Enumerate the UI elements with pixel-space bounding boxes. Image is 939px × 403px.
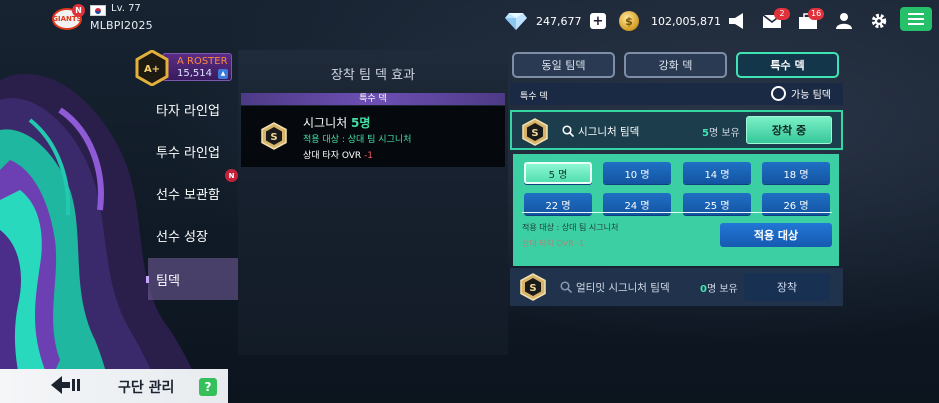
signature-badge-icon: S xyxy=(520,273,546,301)
equipped-card: S 시그니처 5명 적용 대상 : 상대 팀 시그니처 상대 타자 OVR -1 xyxy=(241,106,505,167)
radio-icon xyxy=(771,86,787,101)
special-deck-header: 특수 덱 가능 팀덱 xyxy=(510,83,843,105)
inbox-badge: 16 xyxy=(808,8,825,20)
owned-count: 0 xyxy=(700,284,707,295)
top-bar: GIANTS N Lv. 77 MLBPI2025 247,677 + $ 10… xyxy=(0,0,939,44)
section-title: 특수 덱 xyxy=(520,92,548,102)
coin-icon: $ xyxy=(619,11,639,31)
chat-button[interactable] xyxy=(900,7,932,31)
nav-batter-lineup[interactable]: 타자 라인업 xyxy=(148,88,238,130)
apply-target: 적용 대상 : 상대 팀 시그니처 xyxy=(522,223,619,232)
signature-badge-icon: S xyxy=(522,118,548,146)
ultimate-deck-row[interactable]: S 얼티밋 시그니처 팀덱 0명 보유 장착 xyxy=(510,268,843,306)
signature-deck-row[interactable]: S 시그니처 팀덱 5명 보유 장착 중 xyxy=(510,110,843,150)
search-icon[interactable] xyxy=(560,281,572,293)
nav-player-storage[interactable]: 선수 보관함 N xyxy=(148,169,238,214)
tab-special-deck[interactable]: 특수 덱 xyxy=(736,52,839,78)
flag-icon xyxy=(90,5,106,16)
equipped-target: 적용 대상 : 상대 팀 시그니처 xyxy=(303,135,412,145)
deck-name: 시그니처 팀덱 xyxy=(578,126,640,138)
player-level: Lv. 77 xyxy=(111,3,141,14)
count-option[interactable]: 10 명 xyxy=(603,162,671,184)
equipped-title: 장착 팀 덱 효과 xyxy=(330,68,416,83)
roster-up-icon: ▲ xyxy=(218,69,228,79)
gem-icon xyxy=(505,13,527,30)
gear-icon[interactable] xyxy=(869,12,889,30)
username: MLBPI2025 xyxy=(90,19,153,32)
badge-letter: S xyxy=(529,283,536,294)
count-option[interactable]: 14 명 xyxy=(683,162,751,184)
new-badge: N xyxy=(72,4,85,17)
nav-label: 타자 라인업 xyxy=(156,103,220,119)
divider xyxy=(522,212,832,213)
owned-suffix: 명 보유 xyxy=(708,128,740,139)
roster-value: 15,514 xyxy=(177,68,212,79)
tab-same-team-deck[interactable]: 동일 팀덱 xyxy=(512,52,615,78)
count-option[interactable]: 18 명 xyxy=(762,162,830,184)
help-button[interactable]: ? xyxy=(199,378,217,396)
mail-badge: 2 xyxy=(774,8,790,20)
owned-suffix: 명 보유 xyxy=(706,284,738,295)
back-arrow-icon[interactable] xyxy=(50,373,84,397)
equipped-count: 5명 xyxy=(351,116,371,130)
badge-letter: S xyxy=(270,132,277,143)
available-deck-toggle[interactable]: 가능 팀덱 xyxy=(771,86,831,101)
equipped-name: 시그니처 xyxy=(303,116,348,130)
nav-label: 팀덱 xyxy=(156,273,180,289)
toggle-label: 가능 팀덱 xyxy=(791,90,831,101)
apply-target-button[interactable]: 적용 대상 xyxy=(720,223,832,247)
equipped-effect-panel: 장착 팀 덱 효과 특수 덱 S 시그니처 5명 적용 대상 : 상대 팀 시그… xyxy=(238,50,508,355)
roster-box: A ROSTER 15,514 ▲ xyxy=(162,53,232,81)
owned-count: 5 xyxy=(702,128,709,139)
nav-label: 투수 라인업 xyxy=(156,145,220,161)
equipped-button[interactable]: 장착 중 xyxy=(746,116,832,144)
roster-grade-icon: A+ xyxy=(135,50,169,86)
count-selector-panel: 5 명 10 명 14 명 18 명 22 명 24 명 25 명 26 명 적… xyxy=(513,154,839,266)
deck-name: 얼티밋 시그니처 팀덱 xyxy=(576,282,670,294)
roster-badge[interactable]: A ROSTER 15,514 ▲ A+ xyxy=(134,50,232,86)
effect-label: 상대 타자 OVR xyxy=(303,151,362,161)
tab-enhance-deck[interactable]: 강화 덱 xyxy=(624,52,727,78)
new-badge: N xyxy=(225,169,238,182)
gem-count: 247,677 xyxy=(536,15,582,28)
profile-icon[interactable] xyxy=(834,12,854,30)
megaphone-icon[interactable] xyxy=(727,12,747,30)
equip-button[interactable]: 장착 xyxy=(744,273,830,301)
deck-panel: 동일 팀덱 강화 덱 특수 덱 특수 덱 가능 팀덱 S 시그니처 팀덱 5명 … xyxy=(508,50,844,358)
search-icon[interactable] xyxy=(562,125,574,137)
apply-effect: 상대 타자 OVR -1 xyxy=(522,239,585,248)
bottom-bar: 구단 관리 ? xyxy=(0,369,228,403)
nav-pitcher-lineup[interactable]: 투수 라인업 xyxy=(148,130,238,172)
nav-label: 선수 보관함 xyxy=(156,187,220,203)
nav-team-deck[interactable]: 팀덱 xyxy=(146,258,238,300)
count-option[interactable]: 5 명 xyxy=(524,162,592,184)
nav-bullet xyxy=(146,276,149,283)
roster-grade: A+ xyxy=(144,64,160,75)
deck-owned: 5명 보유 xyxy=(702,124,740,139)
equipped-effect: 상대 타자 OVR -1 xyxy=(303,148,373,161)
page-title: 구단 관리 xyxy=(118,380,175,396)
coin-count: 102,005,871 xyxy=(651,15,721,28)
nav-player-growth[interactable]: 선수 성장 xyxy=(148,214,238,256)
signature-badge-icon: S xyxy=(261,122,287,150)
roster-title: A ROSTER xyxy=(177,56,228,67)
effect-value: -1 xyxy=(364,151,374,161)
badge-letter: S xyxy=(531,128,538,139)
equipped-section: 특수 덱 xyxy=(241,93,505,105)
deck-owned: 0명 보유 xyxy=(700,280,738,295)
add-gems-button[interactable]: + xyxy=(590,13,606,29)
nav-label: 선수 성장 xyxy=(156,229,208,245)
